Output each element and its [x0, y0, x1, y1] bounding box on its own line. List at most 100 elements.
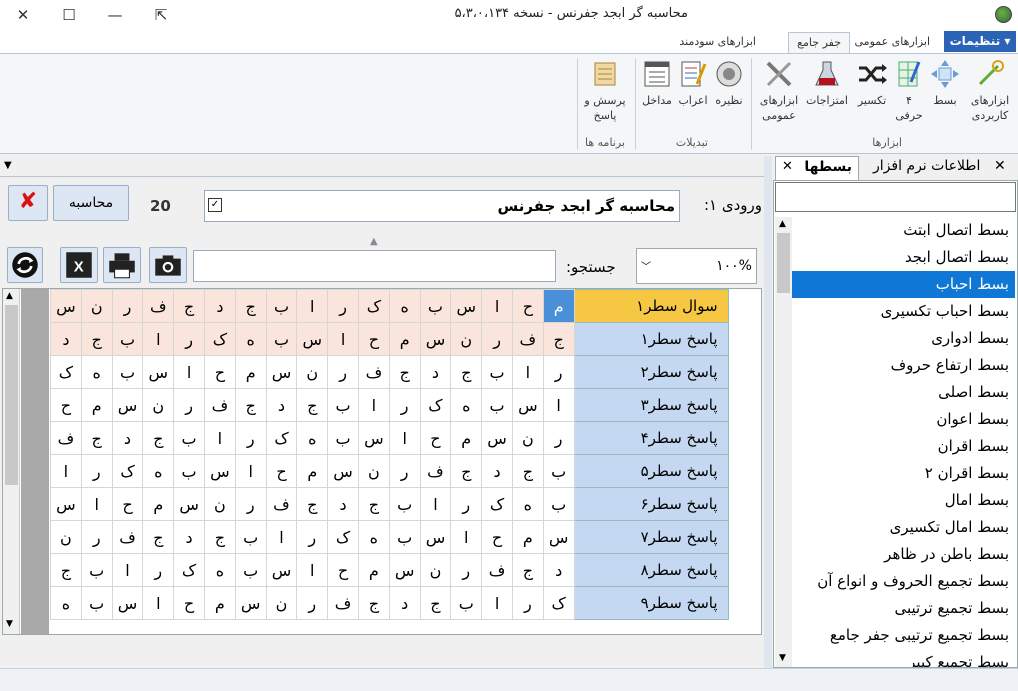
panel-splitter[interactable] [764, 156, 772, 668]
table-cell[interactable]: ن [142, 388, 175, 422]
bast-list-item[interactable]: بسط احباب [792, 271, 1015, 298]
row-header[interactable]: پاسخ سطر۳ [573, 388, 729, 422]
table-cell[interactable]: ج [173, 289, 205, 323]
table-cell[interactable]: ر [542, 421, 575, 455]
table-cell[interactable]: ب [419, 289, 452, 323]
table-cell[interactable]: ک [203, 322, 236, 356]
table-cell[interactable]: س [419, 322, 452, 356]
export-excel-button[interactable]: X [60, 247, 98, 283]
table-cell[interactable]: س [234, 586, 267, 620]
table-cell[interactable]: ب [265, 289, 298, 323]
table-cell[interactable]: ا [203, 421, 236, 455]
restore-icon[interactable]: ⇱ [138, 0, 184, 30]
row-header[interactable]: پاسخ سطر۲ [573, 355, 729, 389]
table-cell[interactable]: ج [80, 421, 113, 455]
table-cell[interactable]: ه [234, 322, 267, 356]
table-cell[interactable]: ر [80, 520, 113, 554]
table-cell[interactable]: ح [173, 586, 205, 620]
table-cell[interactable]: ن [265, 586, 298, 620]
table-cell[interactable]: ر [142, 553, 175, 587]
table-cell[interactable]: س [296, 322, 329, 356]
scroll-up-icon[interactable]: ▲ [779, 219, 786, 229]
table-cell[interactable]: ک [327, 520, 359, 554]
table-cell[interactable]: ا [357, 388, 390, 422]
table-cell[interactable]: م [80, 388, 113, 422]
table-cell[interactable]: ج [234, 388, 267, 422]
table-cell[interactable]: س [50, 289, 82, 323]
grid-scroll-up-icon[interactable]: ▲ [6, 291, 13, 301]
table-cell[interactable]: ج [203, 520, 236, 554]
row-header[interactable]: پاسخ سطر۱ [573, 322, 729, 356]
taksir-button[interactable]: تکسیر [854, 58, 890, 108]
user-tools-button[interactable]: ابزارهای کاربردی [968, 58, 1012, 123]
table-cell[interactable]: ف [50, 421, 82, 455]
table-cell[interactable]: ف [511, 322, 544, 356]
panel-menu-icon[interactable]: ▼ [4, 160, 12, 171]
table-cell[interactable]: ح [203, 355, 236, 389]
table-cell[interactable]: ف [419, 454, 452, 488]
table-cell[interactable]: د [419, 355, 452, 389]
table-cell[interactable]: م [296, 454, 329, 488]
bast-list-item[interactable]: بسط ادواری [792, 325, 1015, 352]
table-cell[interactable]: س [481, 421, 513, 455]
nazireh-button[interactable]: نظیره [712, 58, 746, 108]
table-cell[interactable]: ج [142, 421, 175, 455]
row-header[interactable]: سوال سطر۱ [573, 289, 729, 323]
table-cell[interactable]: د [203, 289, 236, 323]
bast-list-item[interactable]: بسط امال تکسیری [792, 514, 1015, 541]
table-cell[interactable]: م [511, 520, 544, 554]
table-cell[interactable]: ک [50, 355, 82, 389]
table-cell[interactable]: ب [481, 355, 513, 389]
refresh-button[interactable] [7, 247, 43, 283]
bast-search-input[interactable] [775, 182, 1016, 212]
close-tab-icon[interactable]: ✕ [782, 159, 793, 174]
table-cell[interactable]: د [327, 487, 359, 521]
table-cell[interactable]: م [234, 355, 267, 389]
bast-list-item[interactable]: بسط امال [792, 487, 1015, 514]
table-cell[interactable]: ب [80, 553, 113, 587]
table-cell[interactable]: س [111, 388, 144, 422]
table-cell[interactable]: ا [419, 487, 452, 521]
table-cell[interactable]: م [203, 586, 236, 620]
table-cell[interactable]: ف [203, 388, 236, 422]
maximize-button[interactable]: ☐ [46, 0, 92, 30]
table-cell[interactable]: ا [173, 355, 205, 389]
table-cell[interactable]: ن [450, 322, 483, 356]
table-cell[interactable]: م [388, 322, 421, 356]
collapse-up-icon[interactable]: ▲ [370, 236, 378, 247]
table-cell[interactable]: س [511, 388, 544, 422]
table-cell[interactable]: ح [327, 553, 359, 587]
table-cell[interactable]: ب [327, 421, 359, 455]
screenshot-button[interactable] [149, 247, 187, 283]
grid-scroll-thumb[interactable] [5, 305, 18, 485]
search-input[interactable] [193, 250, 556, 282]
tab-software-info[interactable]: اطلاعات نرم افزار [873, 158, 980, 174]
table-cell[interactable]: ا [265, 520, 298, 554]
table-cell[interactable]: ب [80, 586, 113, 620]
table-cell[interactable]: ب [173, 421, 205, 455]
table-cell[interactable]: ر [234, 421, 267, 455]
table-cell[interactable]: ر [173, 322, 205, 356]
table-cell[interactable]: ا [327, 322, 359, 356]
clear-button[interactable]: ✘ [8, 185, 48, 221]
table-cell[interactable]: ن [357, 454, 390, 488]
table-cell[interactable]: ا [296, 289, 329, 323]
table-cell[interactable]: ک [265, 421, 298, 455]
bast-list-item[interactable]: بسط تجمیع الحروف و انواع آن [792, 568, 1015, 595]
table-cell[interactable]: ح [265, 454, 298, 488]
table-cell[interactable]: ر [173, 388, 205, 422]
grid-scrollbar[interactable]: ▲ ▼ [3, 289, 20, 634]
general-tools-button[interactable]: ابزارهای عمومی [756, 58, 802, 123]
table-cell[interactable]: م [357, 553, 390, 587]
table-cell[interactable]: ج [511, 454, 544, 488]
table-cell[interactable]: ن [203, 487, 236, 521]
table-cell[interactable]: ر [80, 454, 113, 488]
scroll-thumb[interactable] [777, 233, 790, 293]
table-cell[interactable]: ج [450, 355, 483, 389]
table-cell[interactable]: ف [481, 553, 513, 587]
table-cell[interactable]: ک [481, 487, 513, 521]
table-cell[interactable]: ا [296, 553, 329, 587]
table-cell[interactable]: ب [450, 586, 483, 620]
table-cell[interactable]: ج [50, 553, 82, 587]
bast-list-item[interactable]: بسط اصلی [792, 379, 1015, 406]
